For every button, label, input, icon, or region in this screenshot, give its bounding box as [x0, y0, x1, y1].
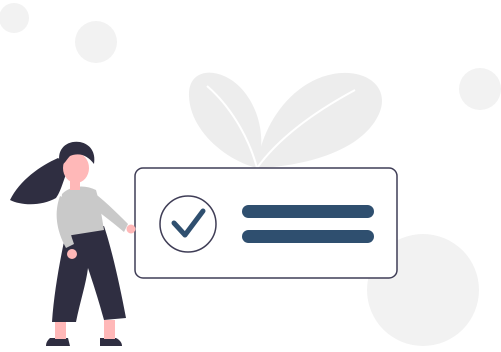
person-shoe-left	[46, 338, 70, 346]
person-figure	[10, 141, 136, 346]
person-hand-back	[67, 249, 77, 259]
text-line-2	[242, 230, 374, 243]
leaf-decoration	[188, 72, 382, 172]
person-ankle-right	[104, 320, 115, 339]
leaf-right	[257, 72, 382, 168]
person-hand-front	[126, 224, 136, 234]
leaf-left	[188, 72, 262, 168]
checklist-illustration	[0, 3, 501, 346]
bubble-top-left	[0, 3, 29, 33]
text-line-1	[242, 205, 374, 218]
bubble-right	[459, 68, 501, 110]
person-shoe-right	[100, 338, 122, 346]
bubble-top	[75, 21, 117, 63]
person-ankle-left	[55, 322, 66, 339]
checklist-card	[134, 167, 398, 279]
